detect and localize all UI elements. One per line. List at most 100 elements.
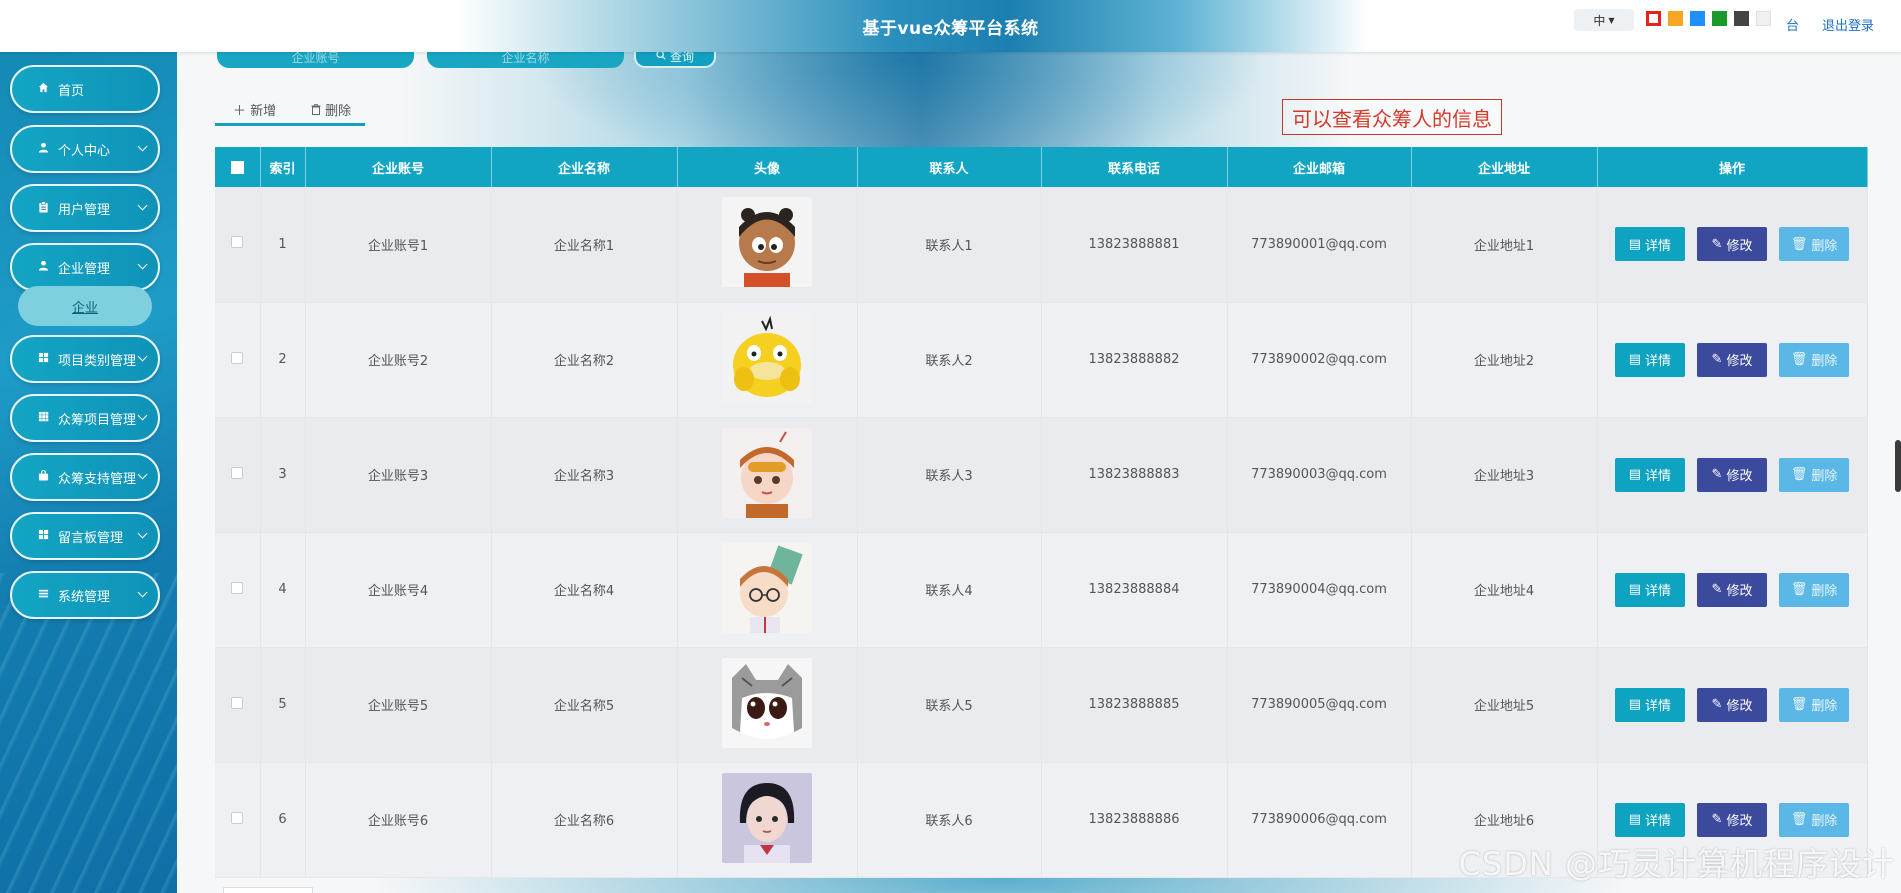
avatar-cell — [677, 417, 858, 533]
avatar-image[interactable] — [722, 197, 812, 288]
edit-button[interactable]: ✎ 修改 — [1697, 572, 1767, 607]
plus-icon: ＋ — [233, 104, 247, 119]
caret-down-icon: ▼ — [1608, 15, 1615, 25]
edit-label: 修改 — [1726, 814, 1753, 829]
add-button[interactable]: ＋ 新增 — [233, 100, 276, 119]
select-all-header — [215, 147, 261, 187]
detail-button[interactable]: ▤ 详情 — [1614, 457, 1685, 492]
detail-button[interactable]: ▤ 详情 — [1614, 227, 1685, 262]
detail-button[interactable]: ▤ 详情 — [1614, 802, 1685, 837]
theme-swatch-green[interactable] — [1712, 11, 1727, 26]
detail-label: 详情 — [1645, 238, 1672, 254]
theme-swatch-dark[interactable] — [1734, 11, 1749, 26]
row-checkbox[interactable] — [231, 466, 244, 479]
sidebar-subitem-enterprise[interactable]: 企业 — [18, 286, 152, 326]
logout-link[interactable]: 退出登录 — [1822, 15, 1874, 34]
sidebar-item-label: 首页 — [58, 83, 85, 99]
theme-swatch-red[interactable] — [1646, 11, 1661, 26]
sidebar-item-message-board[interactable]: 留言板管理 — [10, 512, 160, 560]
delete-button[interactable]: 🗑 删除 — [1779, 227, 1850, 262]
sidebar-item-label: 企业管理 — [58, 261, 111, 277]
chevron-down-icon — [137, 469, 148, 480]
column-header: 联系人 — [857, 147, 1042, 187]
add-button-label: 新增 — [250, 104, 277, 119]
document-icon: ▤ — [1628, 352, 1641, 367]
batch-delete-label: 删除 — [325, 104, 352, 119]
contact-cell: 联系人5 — [857, 647, 1042, 763]
detail-label: 详情 — [1645, 469, 1672, 484]
sidebar-item-label: 项目类别管理 — [58, 353, 137, 369]
email-cell: 773890005@qq.com — [1227, 647, 1412, 763]
email-cell: 773890006@qq.com — [1227, 762, 1412, 878]
delete-label: 删除 — [1811, 238, 1838, 254]
sidebar-item-crowdfunding-projects[interactable]: 众筹项目管理 — [10, 394, 160, 442]
backend-link[interactable]: 台 — [1786, 15, 1799, 34]
avatar-cell — [677, 762, 858, 878]
batch-delete-button[interactable]: 删除 — [311, 100, 351, 119]
watermark: CSDN @巧灵计算机程序设计 — [1458, 845, 1895, 883]
index-cell: 2 — [260, 302, 306, 418]
avatar-image[interactable] — [722, 542, 812, 633]
delete-button[interactable]: 🗑 删除 — [1779, 342, 1850, 377]
detail-button[interactable]: ▤ 详情 — [1614, 687, 1685, 722]
email-cell: 773890001@qq.com — [1227, 187, 1412, 303]
language-select[interactable]: 中 ▼ — [1574, 9, 1634, 31]
email-cell: 773890004@qq.com — [1227, 532, 1412, 648]
avatar-image[interactable] — [722, 772, 812, 863]
edit-button[interactable]: ✎ 修改 — [1697, 802, 1767, 837]
sidebar-item-personal-center[interactable]: 个人中心 — [10, 125, 160, 173]
edit-button[interactable]: ✎ 修改 — [1697, 457, 1767, 492]
sidebar-item-system-management[interactable]: 系统管理 — [10, 571, 160, 619]
sidebar-item-category-management[interactable]: 项目类别管理 — [10, 335, 160, 383]
edit-button[interactable]: ✎ 修改 — [1697, 227, 1767, 262]
chevron-down-icon — [137, 528, 148, 539]
delete-button[interactable]: 🗑 删除 — [1779, 572, 1850, 607]
delete-button[interactable]: 🗑 删除 — [1779, 457, 1850, 492]
row-checkbox[interactable] — [231, 351, 244, 364]
avatar-cell — [677, 532, 858, 648]
column-header: 联系电话 — [1041, 147, 1228, 187]
trash-icon: 🗑 — [1790, 467, 1808, 482]
edit-button[interactable]: ✎ 修改 — [1697, 342, 1767, 377]
select-all-checkbox[interactable] — [230, 160, 244, 174]
address-cell: 企业地址2 — [1411, 302, 1598, 418]
delete-button[interactable]: 🗑 删除 — [1779, 687, 1850, 722]
row-checkbox[interactable] — [231, 581, 244, 594]
home-icon — [36, 82, 50, 96]
index-cell: 3 — [260, 417, 306, 533]
row-checkbox[interactable] — [231, 236, 244, 249]
avatar-image[interactable] — [722, 657, 812, 748]
address-cell: 企业地址5 — [1411, 647, 1598, 763]
avatar-image[interactable] — [722, 427, 812, 518]
detail-button[interactable]: ▤ 详情 — [1614, 342, 1685, 377]
page-scrollbar[interactable] — [1895, 440, 1901, 492]
row-checkbox[interactable] — [231, 696, 244, 709]
column-header: 索引 — [260, 147, 306, 187]
pencil-icon: ✎ — [1711, 352, 1723, 367]
contact-cell: 联系人3 — [857, 417, 1042, 533]
column-header: 操作 — [1597, 147, 1868, 187]
column-header: 头像 — [677, 147, 858, 187]
top-header: 基于vue众筹平台系统 中 ▼ 台 退出登录 — [0, 0, 1901, 52]
pagination[interactable] — [223, 887, 313, 893]
account-cell: 企业账号1 — [305, 187, 492, 303]
delete-label: 删除 — [1811, 354, 1838, 369]
theme-swatches — [1646, 11, 1771, 26]
sidebar-item-crowdfunding-support[interactable]: 众筹支持管理 — [10, 453, 160, 501]
theme-swatch-light[interactable] — [1756, 11, 1771, 26]
pencil-icon: ✎ — [1711, 582, 1723, 597]
row-checkbox[interactable] — [231, 811, 244, 824]
row-select-cell — [215, 187, 261, 303]
clipboard-icon — [36, 200, 50, 216]
detail-button[interactable]: ▤ 详情 — [1614, 572, 1685, 607]
column-header: 企业邮箱 — [1227, 147, 1412, 187]
sidebar-item-enterprise-management[interactable]: 企业管理 — [10, 243, 160, 291]
theme-swatch-orange[interactable] — [1668, 11, 1683, 26]
theme-swatch-blue[interactable] — [1690, 11, 1705, 26]
bag-icon — [36, 469, 50, 484]
edit-button[interactable]: ✎ 修改 — [1697, 687, 1767, 722]
avatar-image[interactable] — [722, 312, 812, 403]
delete-button[interactable]: 🗑 删除 — [1779, 802, 1850, 837]
sidebar-item-user-management[interactable]: 用户管理 — [10, 184, 160, 232]
sidebar-item-home[interactable]: 首页 — [10, 65, 160, 113]
